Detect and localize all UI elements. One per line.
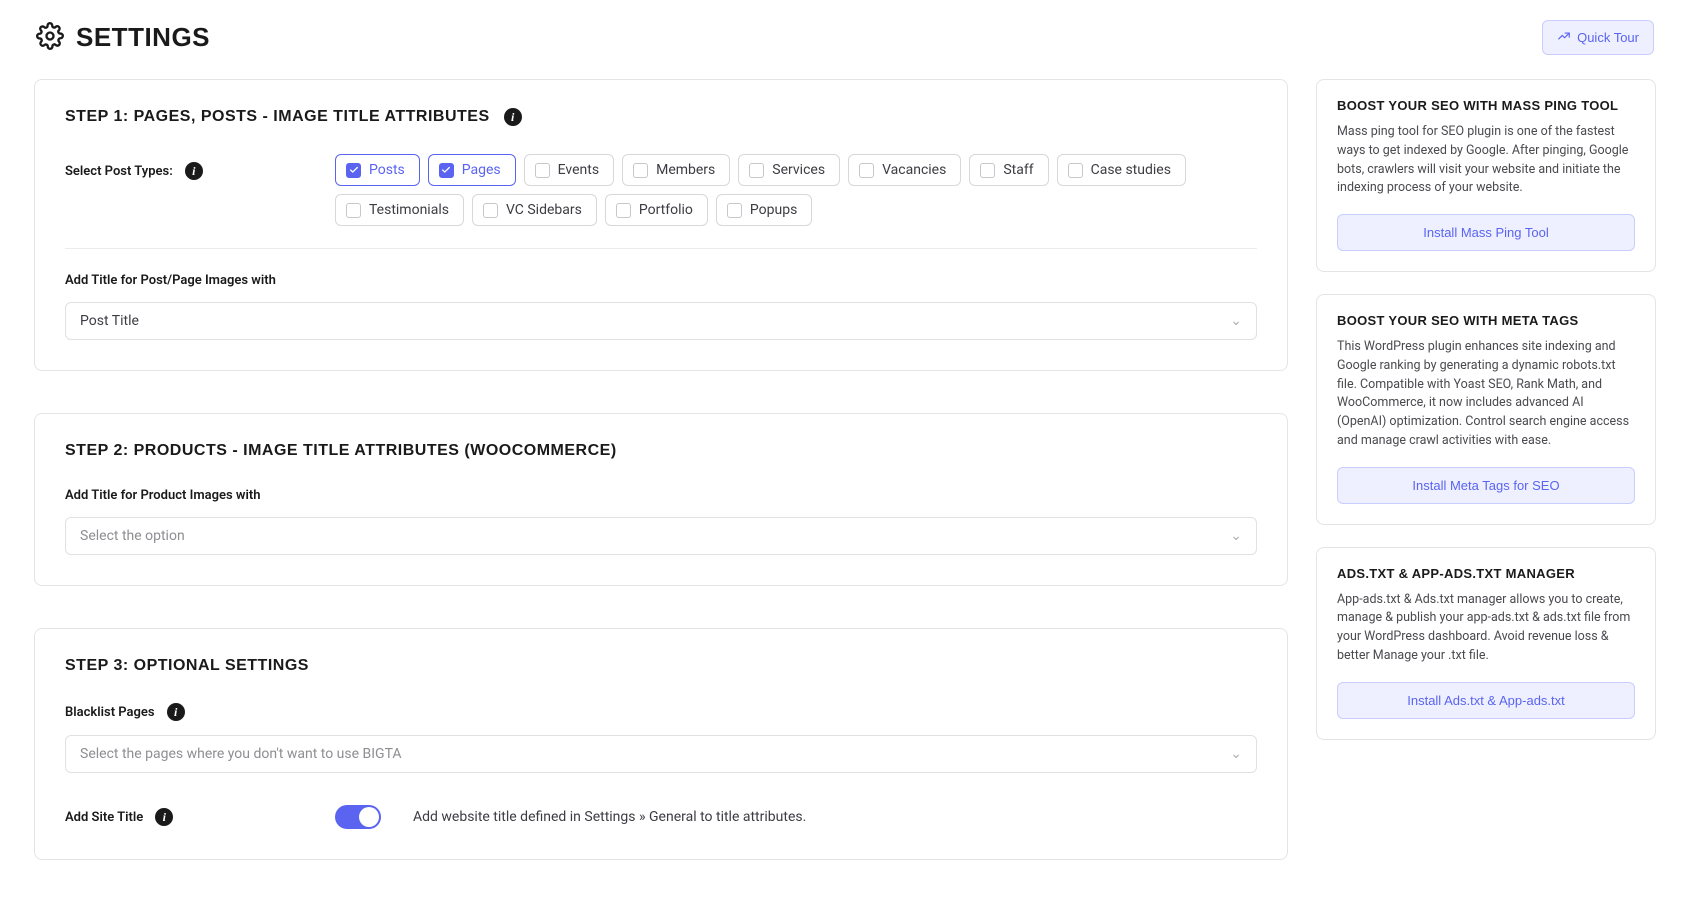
step1-title-text: STEP 1: PAGES, POSTS - IMAGE TITLE ATTRI… [65,108,490,126]
sidebar-card-desc: Mass ping tool for SEO plugin is one of … [1337,123,1635,198]
add-title-post-label: Add Title for Post/Page Images with [65,273,1257,288]
step3-title: STEP 3: OPTIONAL SETTINGS [65,657,1257,675]
quick-tour-button[interactable]: Quick Tour [1542,20,1654,55]
add-site-title-desc: Add website title defined in Settings » … [413,809,806,825]
post-type-label: Pages [462,162,501,178]
divider [65,248,1257,249]
chevron-down-icon: ⌄ [1230,313,1242,329]
post-type-chip[interactable]: Members [622,154,730,186]
add-title-post-select[interactable]: Post Title ⌄ [65,302,1257,340]
sidebar-promo-card: BOOST YOUR SEO WITH MASS PING TOOL Mass p… [1316,79,1656,272]
info-icon[interactable]: i [185,162,203,180]
sidebar-card-title: BOOST YOUR SEO WITH MASS PING TOOL [1337,98,1635,113]
step1-card: STEP 1: PAGES, POSTS - IMAGE TITLE ATTRI… [34,79,1288,371]
post-type-chip[interactable]: VC Sidebars [472,194,597,226]
add-site-title-label: Add Site Title [65,810,143,825]
post-type-label: Testimonials [369,202,449,218]
post-type-chip-group: Posts Pages Events Members Services Vacancies… [335,154,1257,226]
blacklist-pages-placeholder: Select the pages where you don't want to… [80,746,402,762]
post-type-chip[interactable]: Case studies [1057,154,1186,186]
sidebar-promo-card: BOOST YOUR SEO WITH META TAGS This WordPr… [1316,294,1656,525]
info-icon[interactable]: i [167,703,185,721]
chevron-down-icon: ⌄ [1230,746,1242,762]
sidebar-promo-card: ADS.TXT & APP-ADS.TXT MANAGER App-ads.txt… [1316,547,1656,740]
checkbox-icon [749,163,764,178]
post-type-label: Portfolio [639,202,693,218]
sidebar-install-button[interactable]: Install Ads.txt & App-ads.txt [1337,682,1635,719]
post-type-chip[interactable]: Vacancies [848,154,961,186]
post-type-label: Members [656,162,715,178]
step2-title: STEP 2: PRODUCTS - IMAGE TITLE ATTRIBUTE… [65,442,1257,460]
post-type-chip[interactable]: Staff [969,154,1048,186]
checkbox-icon [1068,163,1083,178]
checkbox-icon [483,203,498,218]
gear-icon [36,22,64,54]
post-type-label: Vacancies [882,162,946,178]
post-type-label: Case studies [1091,162,1171,178]
sidebar-install-button[interactable]: Install Mass Ping Tool [1337,214,1635,251]
checkbox-icon [616,203,631,218]
step3-title-text: STEP 3: OPTIONAL SETTINGS [65,657,309,675]
add-title-post-value: Post Title [80,313,139,329]
post-type-chip[interactable]: Portfolio [605,194,708,226]
add-title-product-placeholder: Select the option [80,528,185,544]
step3-card: STEP 3: OPTIONAL SETTINGS Blacklist Page… [34,628,1288,860]
info-icon[interactable]: i [504,108,522,126]
sidebar-card-desc: This WordPress plugin enhances site inde… [1337,338,1635,451]
blacklist-pages-select[interactable]: Select the pages where you don't want to… [65,735,1257,773]
quick-tour-label: Quick Tour [1577,30,1639,45]
checkbox-icon [346,163,361,178]
tour-icon [1557,29,1571,46]
sidebar-card-title: ADS.TXT & APP-ADS.TXT MANAGER [1337,566,1635,581]
checkbox-icon [980,163,995,178]
post-type-label: Staff [1003,162,1033,178]
step2-title-text: STEP 2: PRODUCTS - IMAGE TITLE ATTRIBUTE… [65,442,617,460]
select-post-types-label: Select Post Types: [65,164,173,179]
add-title-product-label: Add Title for Product Images with [65,488,1257,503]
checkbox-icon [439,163,454,178]
post-type-label: Events [558,162,599,178]
page-title: SETTINGS [76,22,210,53]
info-icon[interactable]: i [155,808,173,826]
checkbox-icon [859,163,874,178]
sidebar-install-button[interactable]: Install Meta Tags for SEO [1337,467,1635,504]
post-type-chip[interactable]: Pages [428,154,516,186]
sidebar-card-desc: App-ads.txt & Ads.txt manager allows you… [1337,591,1635,666]
step1-title: STEP 1: PAGES, POSTS - IMAGE TITLE ATTRI… [65,108,1257,126]
post-type-label: VC Sidebars [506,202,582,218]
step2-card: STEP 2: PRODUCTS - IMAGE TITLE ATTRIBUTE… [34,413,1288,586]
post-type-chip[interactable]: Events [524,154,614,186]
post-type-label: Services [772,162,825,178]
post-type-label: Popups [750,202,797,218]
chevron-down-icon: ⌄ [1230,528,1242,544]
post-type-chip[interactable]: Services [738,154,840,186]
post-type-chip[interactable]: Posts [335,154,420,186]
post-type-label: Posts [369,162,405,178]
add-title-product-select[interactable]: Select the option ⌄ [65,517,1257,555]
blacklist-pages-label: Blacklist Pages [65,705,155,720]
add-site-title-toggle[interactable] [335,805,381,829]
checkbox-icon [535,163,550,178]
checkbox-icon [727,203,742,218]
sidebar-card-title: BOOST YOUR SEO WITH META TAGS [1337,313,1635,328]
checkbox-icon [346,203,361,218]
post-type-chip[interactable]: Testimonials [335,194,464,226]
checkbox-icon [633,163,648,178]
post-type-chip[interactable]: Popups [716,194,812,226]
